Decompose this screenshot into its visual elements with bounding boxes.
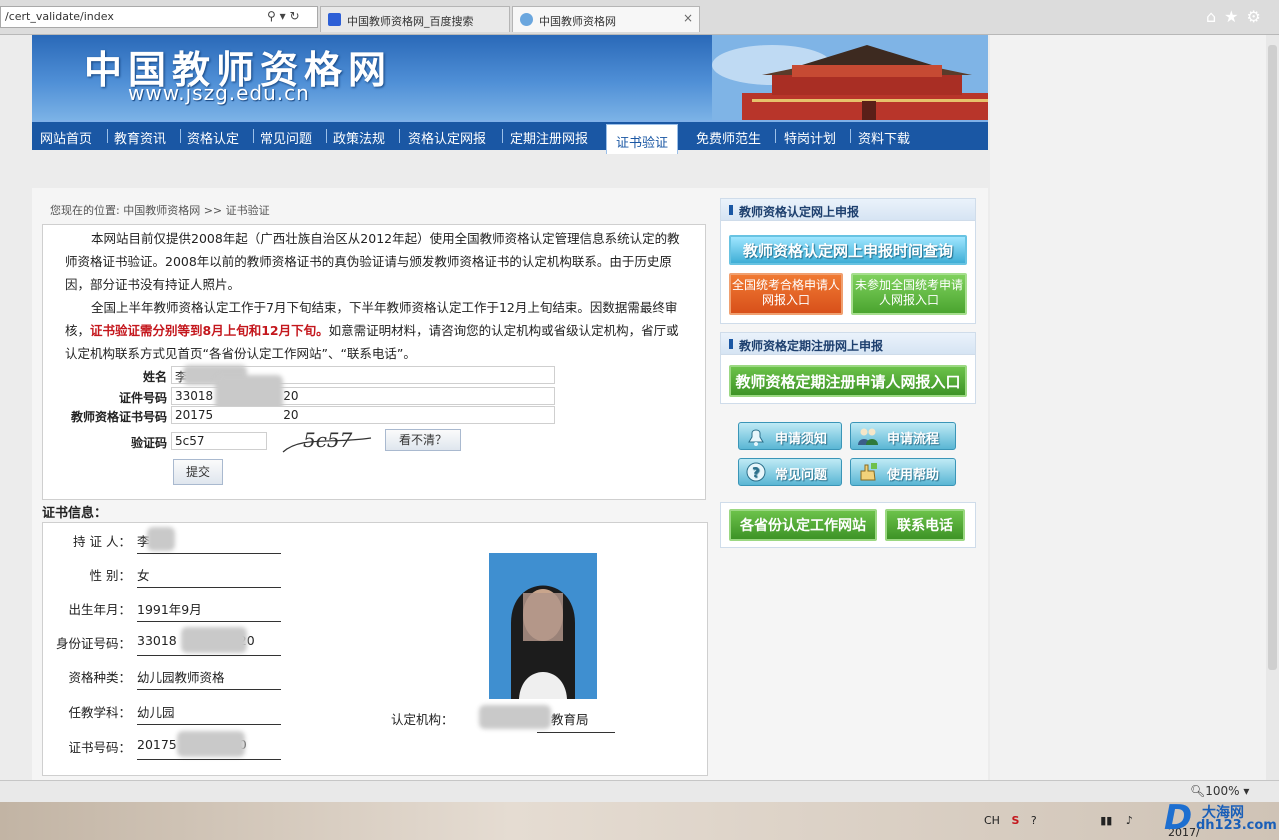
watermark-logo: D	[1164, 798, 1193, 838]
breadcrumb: 您现在的位置: 中国教师资格网 >> 证书验证	[50, 204, 270, 217]
nav-apply-online[interactable]: 资格认定网报	[408, 128, 486, 147]
address-text: /cert_validate/index	[5, 10, 114, 23]
site-logo-url: www.jszg.edu.cn	[128, 81, 310, 105]
site-banner: 中国教师资格网 www.jszg.edu.cn	[32, 35, 988, 120]
nav-free-normal[interactable]: 免费师范生	[696, 128, 761, 147]
tab-label: 中国教师资格网	[539, 15, 616, 28]
gender-value: 女	[137, 568, 150, 583]
nav-cert-verify[interactable]: 证书验证	[606, 124, 678, 154]
system-tray: CH S ? ▮▮ ♪ 2017/	[984, 814, 1200, 839]
birth-label: 出生年月：	[68, 602, 131, 617]
faq-button[interactable]: ? 常见问题	[738, 458, 842, 486]
captcha-input[interactable]: 5c57	[171, 432, 267, 450]
volume-icon[interactable]: ♪	[1126, 814, 1133, 827]
captcha-image: 5c57	[281, 426, 373, 456]
question-icon: ?	[746, 462, 766, 482]
apply-notice-button[interactable]: 申请须知	[738, 422, 842, 450]
name-label: 姓名	[142, 370, 167, 384]
holder-label: 持 证 人：	[73, 534, 131, 549]
scrollbar-thumb[interactable]	[1268, 45, 1277, 670]
apply-process-button[interactable]: 申请流程	[850, 422, 956, 450]
id-number-label: 身份证号码：	[55, 636, 131, 651]
register-online-header: 教师资格定期注册网上申报	[721, 333, 975, 355]
language-indicator[interactable]: CH	[984, 814, 1000, 827]
usage-help-button[interactable]: 使用帮助	[850, 458, 956, 486]
qualification-type-value: 幼儿园教师资格	[137, 670, 225, 685]
authority-label: 认定机构：	[391, 712, 454, 727]
nav-qualification[interactable]: 资格认定	[187, 128, 239, 147]
nav-special-plan[interactable]: 特岗计划	[784, 128, 836, 147]
svg-text:?: ?	[752, 466, 760, 481]
tiananmen-illustration	[712, 35, 988, 120]
notice-paragraph-1: 本网站目前仅提供2008年起（广西壮族自治区从2012年起）使用全国教师资格认定…	[65, 231, 680, 292]
province-contact-panel: 各省份认定工作网站 联系电话	[720, 502, 976, 548]
browser-status-bar	[0, 780, 1279, 803]
watermark-domain: dh123.com	[1196, 818, 1277, 833]
nav-faq[interactable]: 常见问题	[260, 128, 312, 147]
cert-number-label: 证书号码：	[68, 740, 131, 755]
bell-icon	[748, 429, 764, 446]
cert-info-panel: 持 证 人： 李 性 别： 女 出生年月： 1991年9月 身份证号码： 330…	[42, 522, 708, 776]
nav-downloads[interactable]: 资料下载	[858, 128, 910, 147]
holder-photo	[489, 553, 597, 699]
tab-label: 中国教师资格网_百度搜索	[347, 15, 474, 28]
address-bar[interactable]: /cert_validate/index ⚲ ▾ ↻	[0, 6, 318, 28]
contact-phone-button[interactable]: 联系电话	[885, 509, 965, 541]
ie-page-icon	[520, 13, 533, 26]
search-refresh-icons[interactable]: ⚲ ▾ ↻	[267, 9, 300, 23]
browser-home-star-gear-icons[interactable]: ⌂★⚙	[1206, 7, 1269, 26]
help-links-panel: 申请须知 申请流程 ? 常见问题 使用帮助	[720, 412, 976, 494]
apply-online-panel: 教师资格认定网上申报 教师资格认定网上申报时间查询 全国统考合格申请人网报入口 …	[720, 198, 976, 324]
nav-news[interactable]: 教育资讯	[114, 128, 166, 147]
tab-jszg[interactable]: 中国教师资格网 ×	[512, 6, 700, 32]
id-number-label: 证件号码	[118, 391, 167, 405]
help-icon[interactable]: ?	[1031, 814, 1037, 827]
nav-register-online[interactable]: 定期注册网报	[510, 128, 588, 147]
submit-button[interactable]: 提交	[173, 459, 223, 485]
cert-info-title: 证书信息：	[42, 506, 108, 521]
register-online-panel: 教师资格定期注册网上申报 教师资格定期注册申请人网报入口	[720, 332, 976, 404]
apply-time-query-button[interactable]: 教师资格认定网上申报时间查询	[729, 235, 967, 265]
exam-pass-entry-button[interactable]: 全国统考合格申请人网报入口	[729, 273, 843, 315]
zoom-icon: 🔍︎	[1190, 784, 1206, 798]
refresh-captcha-button[interactable]: 看不清？	[385, 429, 461, 451]
close-icon[interactable]: ×	[683, 11, 693, 25]
nav-home[interactable]: 网站首页	[40, 128, 92, 147]
help-hand-icon	[860, 463, 877, 481]
page-margin	[990, 35, 1266, 780]
register-entry-button[interactable]: 教师资格定期注册申请人网报入口	[729, 365, 967, 397]
notice-red-text: 证书验证需分别等到8月上旬和12月下旬。	[90, 323, 329, 338]
main-nav: 网站首页 教育资讯 资格认定 常见问题 政策法规 资格认定网报 定期注册网报 证…	[32, 120, 988, 154]
no-exam-entry-button[interactable]: 未参加全国统考申请人网报入口	[851, 273, 967, 315]
verify-panel: 本网站目前仅提供2008年起（广西壮族自治区从2012年起）使用全国教师资格认定…	[42, 224, 706, 500]
apply-online-header: 教师资格认定网上申报	[721, 199, 975, 221]
tab-baidu-search[interactable]: 中国教师资格网_百度搜索	[320, 6, 510, 32]
authority-value: 教育局	[551, 712, 589, 727]
gender-label: 性 别：	[89, 568, 131, 583]
qualification-type-label: 资格种类：	[68, 670, 131, 685]
people-icon	[858, 428, 878, 445]
sogou-icon[interactable]: S	[1011, 814, 1019, 827]
notice-paragraph-2: 全国上半年教师资格认定工作于7月下旬结束，下半年教师资格认定工作于12月上旬结束…	[65, 300, 679, 361]
cert-number-label: 教师资格证书号码	[70, 410, 167, 424]
subject-value: 幼儿园	[137, 705, 175, 720]
birth-value: 1991年9月	[137, 602, 202, 617]
nav-policy[interactable]: 政策法规	[333, 128, 385, 147]
captcha-label: 验证码	[130, 436, 167, 450]
cert-number-input[interactable]: 20175 20	[171, 406, 555, 424]
province-websites-button[interactable]: 各省份认定工作网站	[729, 509, 877, 541]
zoom-level[interactable]: 🔍︎100% ▾	[1190, 784, 1249, 798]
subject-label: 任教学科：	[68, 705, 131, 720]
paw-icon	[328, 13, 341, 26]
signal-icon[interactable]: ▮▮	[1100, 814, 1112, 827]
nav-cert-verify-label: 证书验证	[616, 136, 669, 151]
